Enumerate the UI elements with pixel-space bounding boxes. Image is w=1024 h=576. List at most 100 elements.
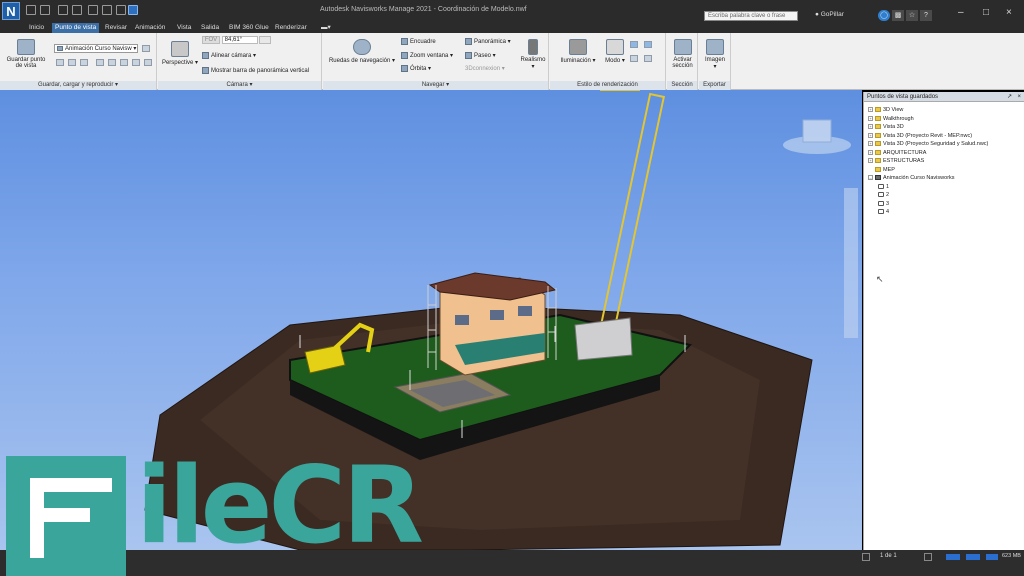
- save-viewpoint-button[interactable]: Guardar punto de vista: [4, 39, 48, 69]
- film-icon: [875, 175, 881, 181]
- pin-icon[interactable]: ↗: [1007, 92, 1012, 102]
- panel-close-icon[interactable]: ×: [1017, 92, 1021, 102]
- close-icon[interactable]: ×: [1006, 7, 1012, 18]
- image-export-button[interactable]: Imagen ▾: [701, 39, 729, 70]
- page-indicator: 1 de 1: [880, 553, 897, 559]
- play-icon[interactable]: [120, 59, 128, 66]
- group-render-style: Iluminación ▾ Modo ▾ Estilo de renderiza…: [550, 33, 666, 90]
- viewpoint-folder[interactable]: +MEP: [868, 166, 988, 175]
- stop-icon[interactable]: [108, 59, 116, 66]
- viewpoint-animation[interactable]: – Animación Curso Navisworks: [868, 174, 988, 183]
- panoramic-button[interactable]: Panorámica ▾: [465, 38, 511, 45]
- app-menu-button[interactable]: N: [2, 2, 20, 20]
- folder-icon: [875, 141, 881, 147]
- maximize-icon[interactable]: □: [983, 7, 989, 18]
- viewpoint-icon: [878, 200, 884, 206]
- connexion-button[interactable]: 3Dconnexion ▾: [465, 65, 505, 72]
- redo-icon[interactable]: [102, 5, 112, 15]
- walk-icon: [465, 52, 472, 59]
- fov-field[interactable]: FOV 84,61° ​: [202, 36, 272, 44]
- viewpoint-folder[interactable]: + Walkthrough: [868, 115, 988, 124]
- save-viewpoint-label: Guardar punto de vista: [6, 57, 46, 69]
- tab-animacion[interactable]: Animación: [132, 23, 168, 33]
- tab-renderizar[interactable]: Renderizar: [272, 23, 310, 33]
- viewpoint-folder[interactable]: +3D View: [868, 106, 988, 115]
- surfaces-toggle-icon[interactable]: [630, 41, 638, 48]
- tab-salida[interactable]: Salida: [198, 23, 222, 33]
- lighting-button[interactable]: Iluminación ▾: [554, 39, 602, 64]
- viewpoint-folder[interactable]: + Vista 3D (Proyecto Seguridad y Salud.nw…: [868, 140, 988, 149]
- viewpoint-folder[interactable]: + Vista 3D (Proyecto Revit - MEP.nwc): [868, 132, 988, 141]
- points-toggle-icon[interactable]: [630, 55, 638, 62]
- perspective-cube-icon: [171, 41, 189, 57]
- undo-icon[interactable]: [88, 5, 98, 15]
- ribbon-options-icon[interactable]: ▬▾: [318, 23, 334, 33]
- first-page-icon[interactable]: [862, 553, 870, 561]
- film-icon: [57, 45, 63, 51]
- orbit-button[interactable]: Órbita ▾: [401, 65, 431, 72]
- search-input[interactable]: Escriba palabra clave o frase: [704, 11, 798, 21]
- realism-button[interactable]: Realismo ▾: [519, 39, 547, 70]
- user-account[interactable]: ● GoPillar: [815, 11, 844, 18]
- window-1: [455, 315, 469, 325]
- group-save-label: Guardar, cargar y reproducir ▾: [0, 81, 156, 90]
- group-camera-label: Cámara ▾: [158, 81, 321, 90]
- next-frame-icon[interactable]: [132, 59, 140, 66]
- viewpoint-icon: [878, 183, 884, 189]
- horizon-bar-icon: [202, 67, 209, 74]
- viewpoint-item[interactable]: 3: [868, 200, 988, 209]
- tab-bim360[interactable]: BIM 360 Glue: [226, 23, 272, 33]
- text-toggle-icon[interactable]: [644, 55, 652, 62]
- help-icon[interactable]: ?: [920, 10, 932, 21]
- save-icon[interactable]: [40, 5, 50, 15]
- fov-label: FOV: [202, 36, 220, 44]
- print-icon[interactable]: [72, 5, 82, 15]
- panoramic-icon: [465, 38, 472, 45]
- tab-revisar[interactable]: Revisar: [102, 23, 130, 33]
- viewpoint-folder[interactable]: + ESTRUCTURAS: [868, 157, 988, 166]
- info-center-icon[interactable]: ◯: [878, 10, 890, 21]
- animation-select[interactable]: Animación Curso Navisw ▾: [54, 44, 138, 53]
- group-export-label: Exportar: [699, 81, 730, 90]
- show-horizon-bar-button[interactable]: Mostrar barra de panorámica vertical: [202, 67, 309, 74]
- viewpoint-item[interactable]: 1: [868, 183, 988, 192]
- viewpoint-folder[interactable]: + Vista 3D: [868, 123, 988, 132]
- walk-button[interactable]: Paseo ▾: [465, 52, 496, 59]
- first-frame-icon[interactable]: [56, 59, 64, 66]
- customize-icon[interactable]: [128, 5, 138, 15]
- open-icon[interactable]: [26, 5, 36, 15]
- star-icon[interactable]: ☆: [906, 10, 918, 21]
- tab-inicio[interactable]: Inicio: [26, 23, 47, 33]
- viewpoint-item[interactable]: 4: [868, 208, 988, 217]
- zoom-window-button[interactable]: Zoom ventana ▾: [401, 52, 453, 59]
- play-back-icon[interactable]: [80, 59, 88, 66]
- pencil-progress-icon: [946, 554, 960, 560]
- memory-readout: 623 MB: [1002, 553, 1021, 559]
- communication-icon[interactable]: ▩: [892, 10, 904, 21]
- group-export: Imagen ▾ Exportar: [699, 33, 731, 90]
- refresh-icon[interactable]: [58, 5, 68, 15]
- record-icon[interactable]: [142, 45, 150, 52]
- tab-punto-de-vista[interactable]: Punto de vista: [52, 23, 100, 33]
- watermark-f-icon: [6, 456, 126, 576]
- lines-toggle-icon[interactable]: [644, 41, 652, 48]
- pan-button[interactable]: Encuadre: [401, 38, 436, 45]
- viewpoint-item[interactable]: 2: [868, 191, 988, 200]
- expand-icon: +: [868, 124, 873, 130]
- folder-icon: [875, 158, 881, 164]
- window-2: [490, 310, 504, 320]
- mode-button[interactable]: Modo ▾: [602, 39, 628, 64]
- enable-section-button[interactable]: Activar sección: [668, 39, 697, 69]
- last-frame-icon[interactable]: [144, 59, 152, 66]
- pause-icon[interactable]: [96, 59, 104, 66]
- sheet-browser-icon[interactable]: [924, 553, 932, 561]
- minimize-icon[interactable]: –: [958, 7, 964, 18]
- select-icon[interactable]: [116, 5, 126, 15]
- nav-wheels-button[interactable]: Ruedas de navegación ▾: [327, 39, 397, 64]
- align-camera-button[interactable]: Alinear cámara ▾: [202, 52, 256, 59]
- prev-frame-icon[interactable]: [68, 59, 76, 66]
- perspective-button[interactable]: Perspective ▾: [160, 41, 200, 66]
- camera-icon: [17, 39, 35, 55]
- tab-vista[interactable]: Vista: [174, 23, 194, 33]
- viewpoint-folder[interactable]: + ARQUITECTURA: [868, 149, 988, 158]
